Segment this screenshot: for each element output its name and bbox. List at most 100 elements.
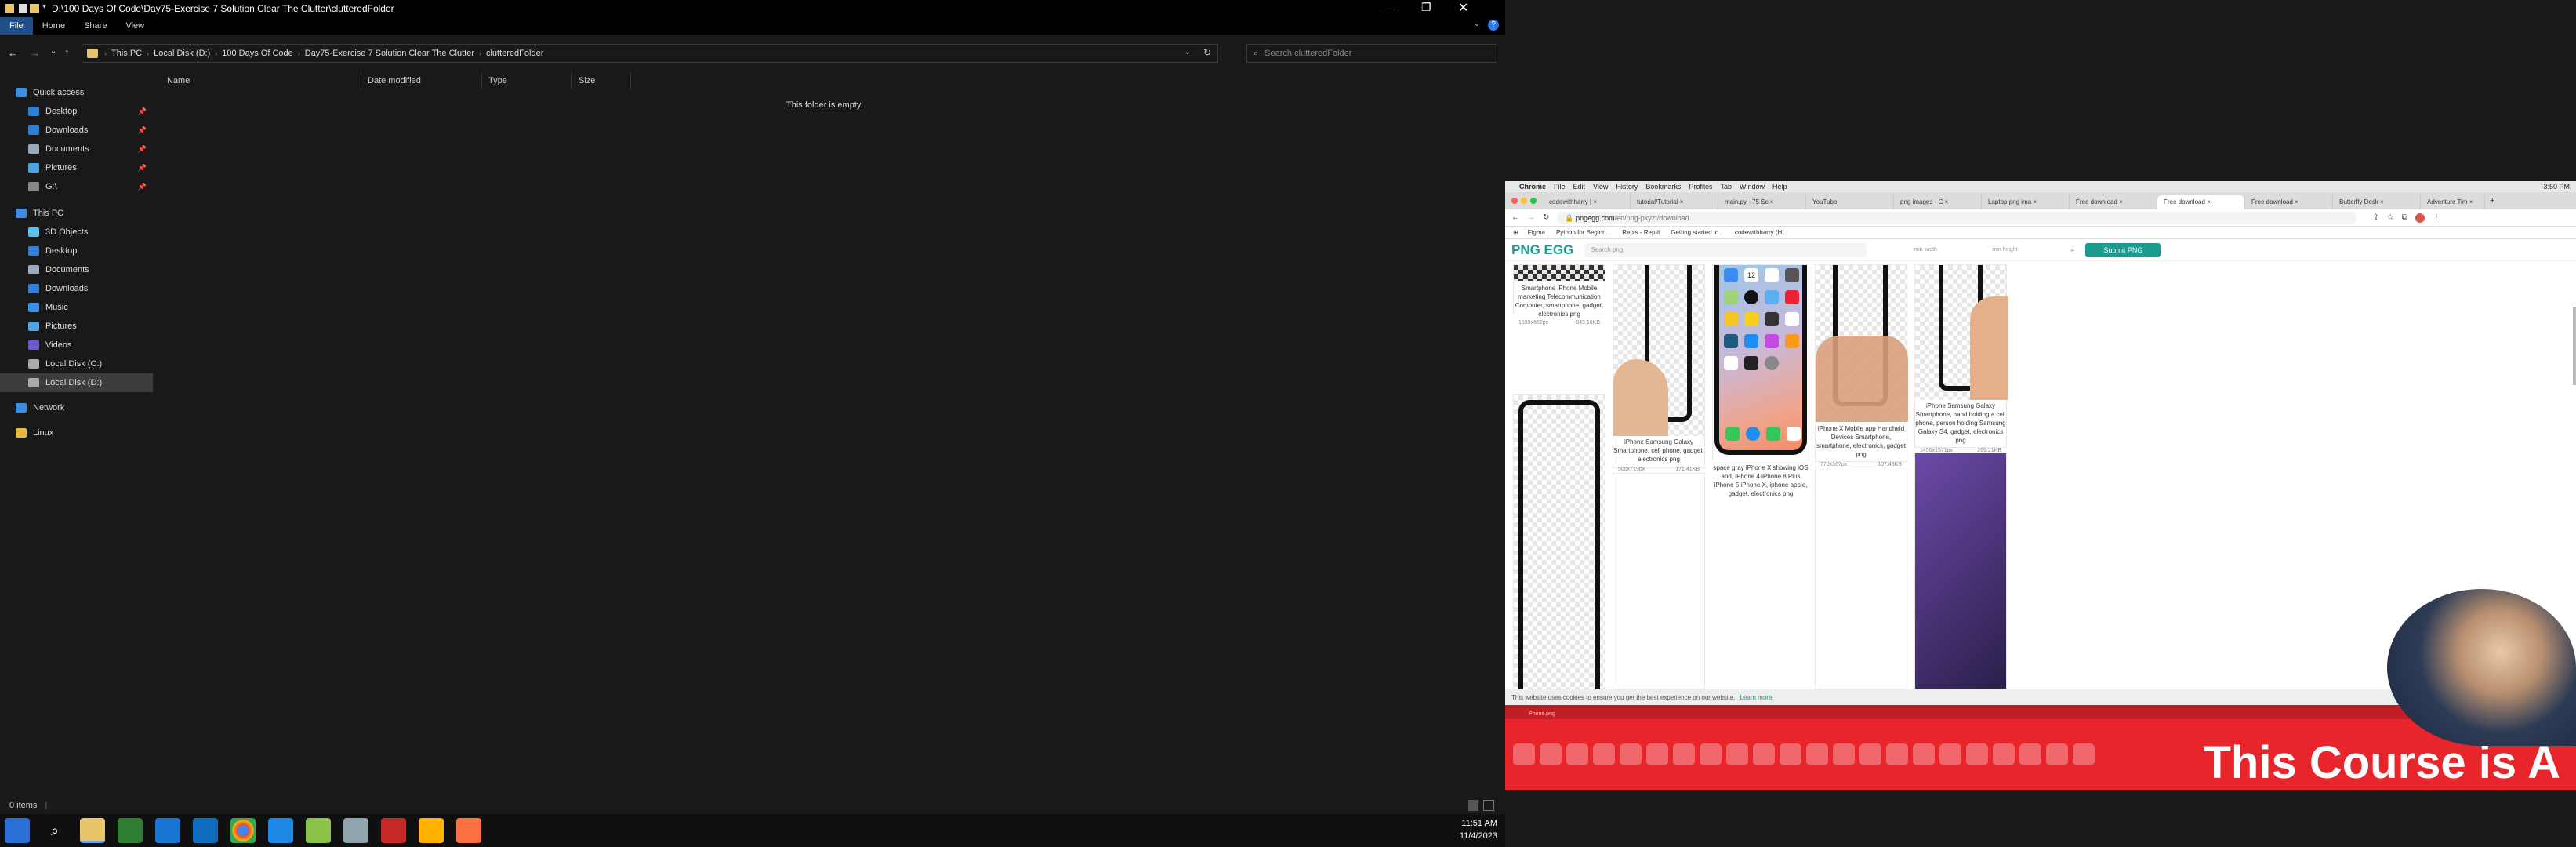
- nav-pc-downloads[interactable]: Downloads: [0, 279, 153, 298]
- apps-icon[interactable]: ⊞: [1513, 229, 1518, 236]
- dock-app-icon[interactable]: [1726, 743, 1748, 765]
- properties-icon[interactable]: [19, 4, 27, 13]
- browser-tab[interactable]: Adventure Tim ×: [2421, 195, 2485, 209]
- dock-app-icon[interactable]: [1886, 743, 1908, 765]
- vscode-icon[interactable]: [155, 818, 180, 843]
- column-type[interactable]: Type: [482, 72, 572, 89]
- dock-app-icon[interactable]: [1566, 743, 1588, 765]
- nav-pc-pictures[interactable]: Pictures: [0, 317, 153, 336]
- expand-ribbon-icon[interactable]: ⌄: [1474, 20, 1480, 28]
- menu-help[interactable]: Help: [1772, 183, 1787, 191]
- menu-edit[interactable]: Edit: [1573, 183, 1586, 191]
- large-icons-view-icon[interactable]: [1483, 800, 1494, 811]
- dock-app-icon[interactable]: [1620, 743, 1642, 765]
- tab-home[interactable]: Home: [33, 17, 74, 35]
- menu-window[interactable]: Window: [1740, 183, 1765, 191]
- image-card[interactable]: Smartphone iPhone Mobile marketing Telec…: [1513, 264, 1605, 325]
- app-icon[interactable]: [419, 818, 444, 843]
- browser-tab[interactable]: png images - C ×: [1894, 195, 1982, 209]
- search-input[interactable]: Search clutteredFolder: [1264, 49, 1351, 58]
- dock-app-icon[interactable]: [1513, 743, 1535, 765]
- browser-tab[interactable]: main.py - 75 Sc ×: [1718, 195, 1806, 209]
- bookmark-codewithharry[interactable]: codewithharry (H...: [1735, 229, 1787, 236]
- forward-icon[interactable]: →: [1527, 213, 1535, 222]
- nav-local-disk-d[interactable]: Local Disk (D:): [0, 373, 153, 392]
- url-input[interactable]: 🔒 pngegg.com/en/png-pkyzt/download: [1557, 211, 2357, 224]
- nav-g-drive[interactable]: G:\ 📌: [0, 177, 153, 196]
- breadcrumb-this-pc[interactable]: This PC: [111, 49, 142, 58]
- maximize-button[interactable]: ❐: [1421, 1, 1431, 14]
- profile-avatar[interactable]: [2415, 213, 2425, 223]
- search-box[interactable]: ⌕ Search clutteredFolder: [1246, 44, 1497, 63]
- nav-linux[interactable]: Linux: [0, 424, 153, 442]
- app-icon[interactable]: [381, 818, 406, 843]
- image-card[interactable]: [1613, 473, 1705, 689]
- address-bar[interactable]: › This PC › Local Disk (D:) › 100 Days O…: [82, 44, 1218, 63]
- dock-app-icon[interactable]: [1913, 743, 1935, 765]
- dock-app-icon[interactable]: [2019, 743, 2041, 765]
- browser-tab[interactable]: YouTube: [1806, 195, 1894, 209]
- site-search-input[interactable]: Search png: [1584, 242, 1867, 257]
- download-item[interactable]: Phone.png: [1529, 711, 1555, 717]
- bookmark-star-icon[interactable]: ☆: [2387, 213, 2394, 222]
- dock-app-icon[interactable]: [1646, 743, 1668, 765]
- image-card[interactable]: [1513, 394, 1605, 690]
- bookmark-figma[interactable]: Figma: [1528, 229, 1545, 236]
- image-card[interactable]: iPhone Samsung Galaxy Smartphone, hand h…: [1914, 264, 2008, 453]
- back-icon[interactable]: ←: [8, 47, 18, 59]
- nav-desktop[interactable]: Desktop 📌: [0, 102, 153, 121]
- bookmark-python[interactable]: Python for Beginn...: [1556, 229, 1611, 236]
- galaxy-phones-image[interactable]: [1914, 453, 2007, 689]
- image-card[interactable]: iPhone Samsung Galaxy Smartphone, cell p…: [1613, 264, 1705, 472]
- dock-app-icon[interactable]: [1593, 743, 1615, 765]
- dock-app-icon[interactable]: [1673, 743, 1695, 765]
- image-card[interactable]: iPhone X Mobile app Handheld Devices Sma…: [1815, 264, 1908, 467]
- learn-more-link[interactable]: Learn more: [1740, 694, 1772, 701]
- minimize-window-icon[interactable]: [1521, 198, 1527, 204]
- up-icon[interactable]: ↑: [64, 46, 70, 58]
- nav-documents[interactable]: Documents 📌: [0, 140, 153, 158]
- breadcrumb-cluttered-folder[interactable]: clutteredFolder: [486, 49, 543, 58]
- menu-tab[interactable]: Tab: [1720, 183, 1732, 191]
- nav-pc-documents[interactable]: Documents: [0, 260, 153, 279]
- dock-app-icon[interactable]: [1859, 743, 1881, 765]
- nav-network[interactable]: Network: [0, 398, 153, 417]
- nav-local-disk-c[interactable]: Local Disk (C:): [0, 354, 153, 373]
- extensions-icon[interactable]: ⧉: [2402, 213, 2407, 222]
- breadcrumb-100-days[interactable]: 100 Days Of Code: [222, 49, 293, 58]
- browser-tab[interactable]: Butterfly Desk ×: [2333, 195, 2421, 209]
- app-icon[interactable]: [343, 818, 368, 843]
- store-icon[interactable]: [268, 818, 293, 843]
- menu-bookmarks[interactable]: Bookmarks: [1645, 183, 1681, 191]
- submit-png-button[interactable]: Submit PNG: [2085, 242, 2161, 257]
- min-height-input[interactable]: min height: [1992, 243, 2070, 257]
- new-folder-icon[interactable]: [30, 4, 39, 13]
- dock-app-icon[interactable]: [1753, 743, 1775, 765]
- menu-profiles[interactable]: Profiles: [1689, 183, 1712, 191]
- windows-start-icon[interactable]: [5, 818, 30, 843]
- browser-tab-active[interactable]: Free download ×: [2157, 195, 2245, 209]
- dock-app-icon[interactable]: [1993, 743, 2015, 765]
- close-window-icon[interactable]: [1511, 198, 1518, 204]
- chrome-icon[interactable]: [230, 818, 256, 843]
- details-view-icon[interactable]: [1468, 800, 1478, 811]
- menu-history[interactable]: History: [1616, 183, 1638, 191]
- tab-view[interactable]: View: [116, 17, 154, 35]
- page-scrollbar[interactable]: [2573, 307, 2576, 385]
- search-icon[interactable]: ⌕: [2070, 245, 2074, 254]
- dock-app-icon[interactable]: [1540, 743, 1562, 765]
- help-icon[interactable]: ?: [1488, 20, 1499, 31]
- address-dropdown-icon[interactable]: ⌄: [1185, 48, 1191, 56]
- nav-downloads[interactable]: Downloads 📌: [0, 121, 153, 140]
- outlook-icon[interactable]: [193, 818, 218, 843]
- column-name[interactable]: Name: [161, 72, 361, 89]
- nav-quick-access[interactable]: Quick access: [0, 83, 153, 102]
- file-explorer-icon[interactable]: [80, 818, 105, 843]
- menu-chrome[interactable]: Chrome: [1519, 183, 1546, 191]
- dock-app-icon[interactable]: [2073, 743, 2095, 765]
- back-icon[interactable]: ←: [1511, 213, 1519, 222]
- close-button[interactable]: ✕: [1458, 0, 1468, 16]
- dock-app-icon[interactable]: [1966, 743, 1988, 765]
- nav-pictures[interactable]: Pictures 📌: [0, 158, 153, 177]
- dock-app-icon[interactable]: [2046, 743, 2068, 765]
